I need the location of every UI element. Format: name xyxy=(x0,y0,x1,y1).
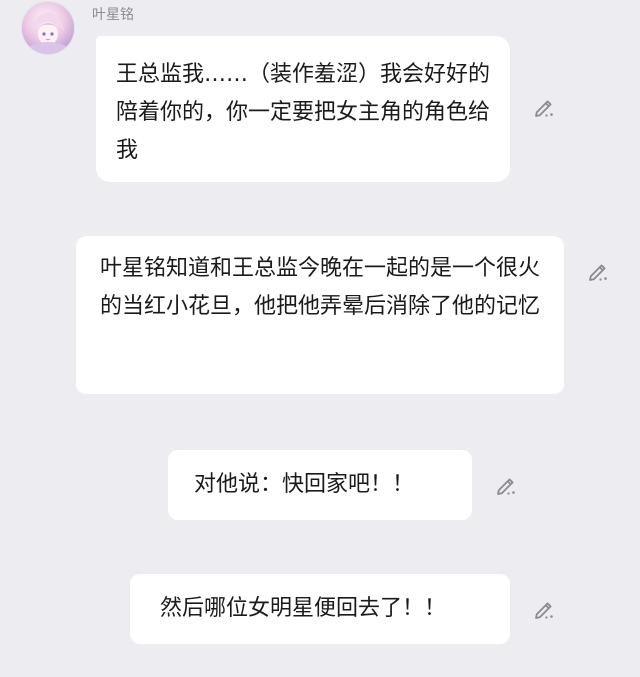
message-bubble[interactable]: 叶星铭知道和王总监今晚在一起的是一个很火的当红小花旦，他把他弄晕后消除了他的记忆 xyxy=(76,236,564,394)
message-text: 王总监我……（装作羞涩）我会好好的陪着你的，你一定要把女主角的角色给我 xyxy=(116,62,491,163)
message-text: 叶星铭知道和王总监今晚在一起的是一个很火的当红小花旦，他把他弄晕后消除了他的记忆 xyxy=(100,256,541,319)
edit-pencil-icon-svg xyxy=(589,264,607,281)
avatar[interactable] xyxy=(22,2,74,54)
edit-pencil-icon[interactable] xyxy=(532,96,556,120)
message-text: 然后哪位女明星便回去了！！ xyxy=(160,596,447,621)
edit-pencil-icon[interactable] xyxy=(586,260,610,284)
edit-pencil-icon-svg xyxy=(535,100,553,117)
edit-pencil-icon[interactable] xyxy=(494,474,518,498)
message-bubble[interactable]: 对他说：快回家吧！！ xyxy=(168,450,472,520)
anime-girl-avatar-icon xyxy=(22,2,74,54)
message-bubble[interactable]: 王总监我……（装作羞涩）我会好好的陪着你的，你一定要把女主角的角色给我 xyxy=(96,36,510,182)
edit-pencil-icon-svg xyxy=(497,478,515,495)
edit-pencil-icon[interactable] xyxy=(532,598,556,622)
sender-name: 叶星铭 xyxy=(92,7,134,23)
message-bubble[interactable]: 然后哪位女明星便回去了！！ xyxy=(130,574,510,644)
edit-pencil-icon-svg xyxy=(535,602,553,619)
message-text: 对他说：快回家吧！！ xyxy=(194,472,415,497)
